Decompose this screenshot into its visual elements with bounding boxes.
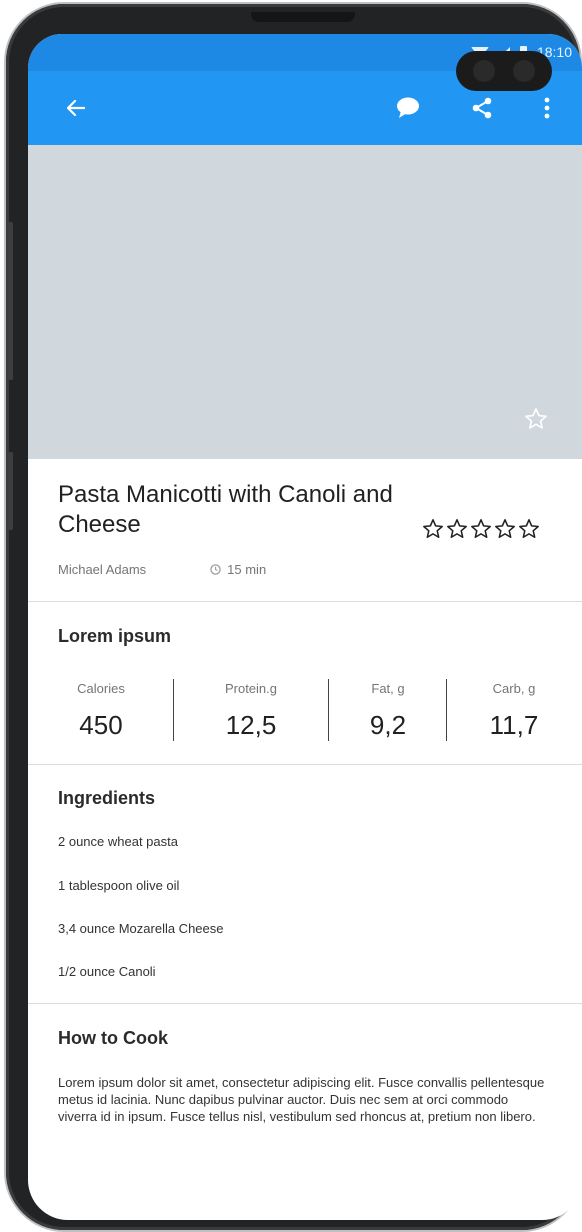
nutrition-label-calories: Calories	[77, 681, 125, 696]
favorite-star-icon[interactable]	[524, 407, 548, 436]
front-camera	[456, 51, 552, 91]
ingredients-title: Ingredients	[58, 788, 156, 808]
nutrition-value-calories: 450	[79, 710, 123, 740]
rating-star-icon[interactable]	[422, 518, 444, 540]
speaker-grille	[251, 12, 355, 22]
ingredient-item: 1/2 ounce Canoli	[58, 964, 156, 979]
cook-time-label: 15 min	[227, 562, 267, 577]
nutrition-label-carb: Carb, g	[492, 681, 536, 696]
nutrition-separator	[446, 679, 447, 741]
recipe-meta: Michael Adams 15 min	[58, 562, 266, 577]
how-to-cook-title: How to Cook	[58, 1028, 168, 1048]
rating-star-icon[interactable]	[494, 518, 516, 540]
ingredient-item: 1 tablespoon olive oil	[58, 878, 180, 893]
nutrition-value-carb: 11,7	[489, 710, 539, 740]
phone-frame: 18:10 Pasta Manicotti with Canoli and Ch…	[6, 4, 582, 1230]
rating-star-icon[interactable]	[470, 518, 492, 540]
cook-time: 15 min	[210, 562, 266, 577]
divider	[28, 764, 582, 765]
author-name: Michael Adams	[58, 562, 147, 577]
nutrition-separator	[328, 679, 329, 741]
screen: 18:10 Pasta Manicotti with Canoli and Ch…	[28, 34, 582, 1220]
comment-icon[interactable]	[386, 71, 430, 145]
power-button	[8, 452, 13, 530]
recipe-image	[28, 145, 582, 459]
ingredient-item: 3,4 ounce Mozarella Cheese	[58, 921, 224, 936]
rating-star-icon[interactable]	[518, 518, 540, 540]
nutrition-separator	[173, 679, 174, 741]
divider	[28, 601, 582, 602]
nutrition-label-fat: Fat, g	[371, 681, 405, 696]
nutrition-value-fat: 9,2	[369, 710, 407, 740]
nutrition-value-protein: 12,5	[225, 710, 277, 740]
recipe-title: Pasta Manicotti with Canoli and Cheese	[58, 481, 393, 538]
volume-button	[8, 222, 13, 380]
divider	[28, 1003, 582, 1004]
clock-icon	[210, 564, 221, 575]
rating-stars[interactable]	[422, 518, 540, 540]
nutrition-label-protein: Protein.g	[224, 681, 278, 696]
nutrition-title: Lorem ipsum	[58, 626, 172, 646]
rating-star-icon[interactable]	[446, 518, 468, 540]
ingredient-item: 2 ounce wheat pasta	[58, 834, 178, 849]
back-icon[interactable]	[54, 71, 98, 145]
how-to-cook-text: Lorem ipsum dolor sit amet, consectetur …	[58, 1075, 545, 1124]
